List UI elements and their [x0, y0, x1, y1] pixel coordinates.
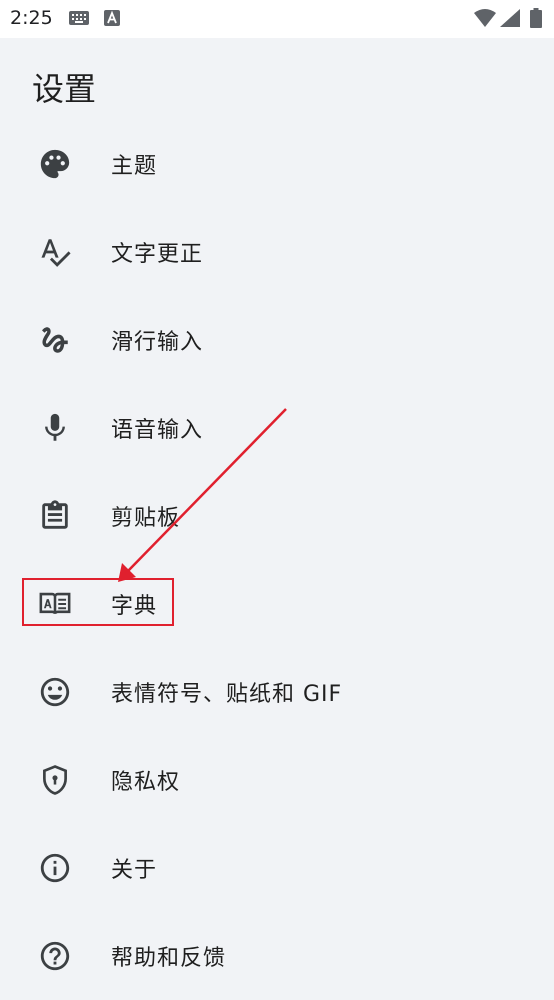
gesture-icon — [38, 323, 72, 357]
menu-item-clipboard[interactable]: 剪贴板 — [0, 472, 554, 560]
help-icon — [38, 939, 72, 973]
a-badge-icon — [104, 10, 120, 26]
menu-item-theme[interactable]: 主题 — [0, 120, 554, 208]
menu-item-about[interactable]: 关于 — [0, 824, 554, 912]
menu-item-label: 关于 — [111, 858, 158, 883]
privacy-shield-icon — [38, 763, 72, 797]
menu-item-label: 隐私权 — [111, 770, 181, 795]
menu-item-voice-input[interactable]: 语音输入 — [0, 384, 554, 472]
emoji-icon — [38, 675, 72, 709]
palette-icon — [38, 147, 72, 181]
menu-item-label: 滑行输入 — [111, 330, 204, 355]
page-title: 设置 — [32, 70, 97, 108]
menu-item-label: 剪贴板 — [111, 506, 181, 531]
menu-item-label: 帮助和反馈 — [111, 946, 227, 971]
status-bar: 2:25 — [0, 0, 554, 38]
mic-icon — [38, 411, 72, 445]
keyboard-icon — [69, 11, 89, 25]
menu-item-emoji-stickers-gif[interactable]: 表情符号、贴纸和 GIF — [0, 648, 554, 736]
battery-icon — [530, 8, 542, 28]
menu-item-text-correction[interactable]: 文字更正 — [0, 208, 554, 296]
annotation-highlight-box — [22, 578, 174, 626]
menu-item-label: 文字更正 — [111, 242, 204, 267]
menu-item-label: 表情符号、贴纸和 GIF — [111, 682, 343, 707]
menu-item-label: 主题 — [111, 154, 158, 179]
wifi-icon — [474, 9, 496, 27]
spellcheck-icon — [38, 235, 72, 269]
menu-item-help-feedback[interactable]: 帮助和反馈 — [0, 912, 554, 1000]
status-time: 2:25 — [10, 7, 53, 29]
menu-item-privacy[interactable]: 隐私权 — [0, 736, 554, 824]
info-icon — [38, 851, 72, 885]
menu-item-glide-typing[interactable]: 滑行输入 — [0, 296, 554, 384]
clipboard-icon — [38, 499, 72, 533]
menu-item-label: 语音输入 — [111, 418, 204, 443]
signal-icon — [500, 9, 520, 27]
